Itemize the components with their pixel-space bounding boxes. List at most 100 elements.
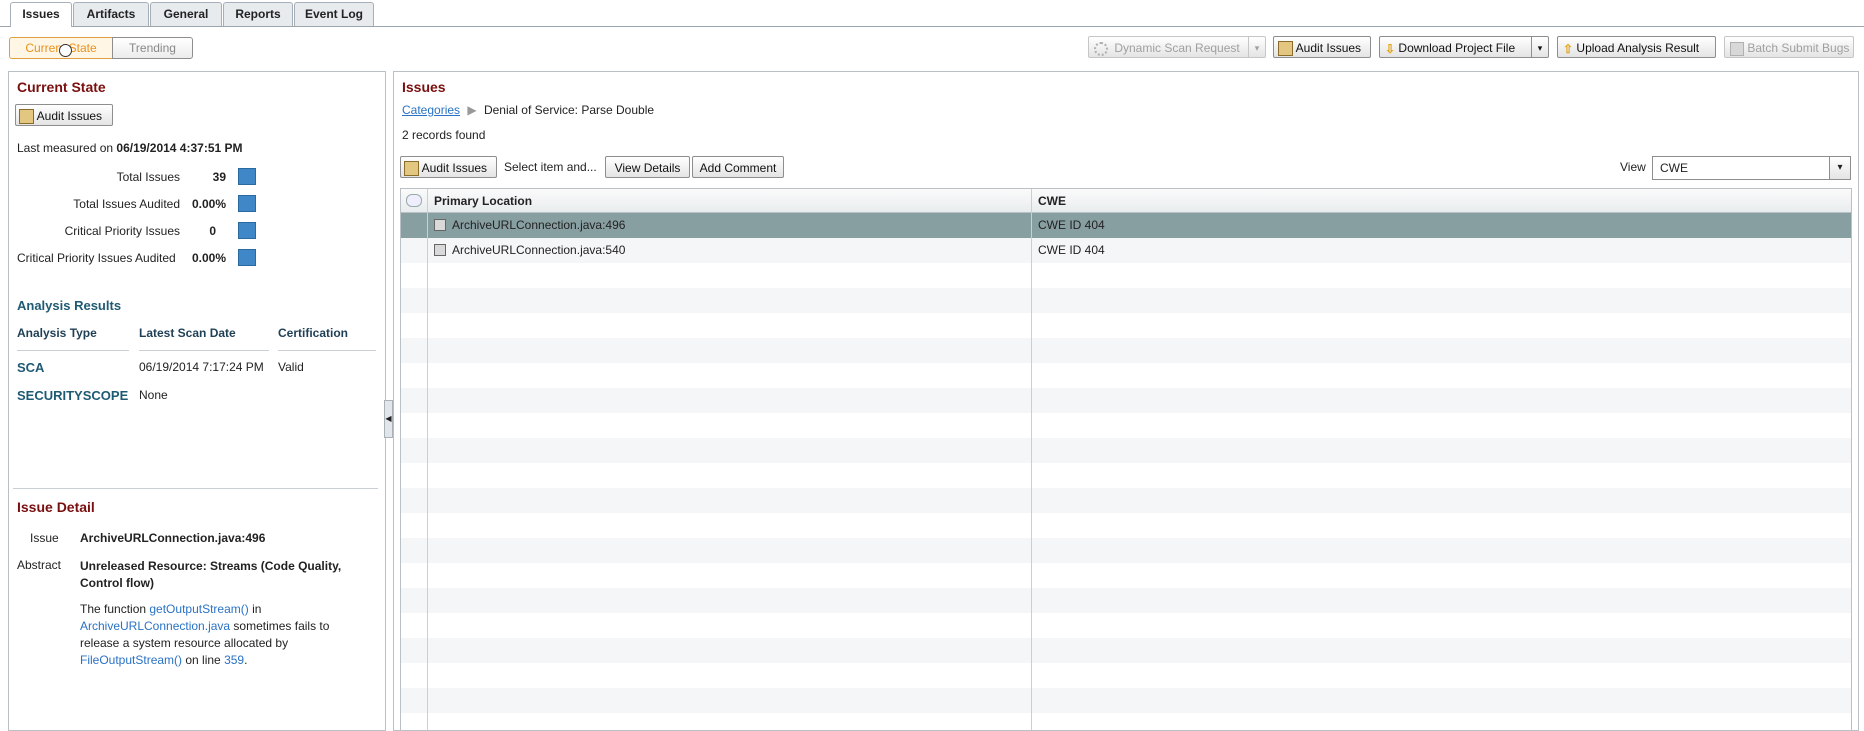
analysis-row-cert: Valid bbox=[278, 360, 304, 374]
file-icon bbox=[434, 244, 446, 256]
analysis-header-date: Latest Scan Date bbox=[139, 326, 236, 340]
left-audit-issues-label: Audit Issues bbox=[36, 109, 103, 123]
toolbar-audit-issues-label: Audit Issues bbox=[1295, 41, 1362, 55]
analysis-header-cert: Certification bbox=[278, 326, 349, 340]
breadcrumb-separator-icon: ▶ bbox=[467, 103, 477, 117]
desc-link-function[interactable]: getOutputStream() bbox=[149, 602, 248, 616]
main-tab-bar: Issues Artifacts General Reports Event L… bbox=[0, 0, 1864, 27]
tab-event-log[interactable]: Event Log bbox=[294, 2, 374, 26]
issues-grid: Primary Location CWE ArchiveURLConnectio… bbox=[400, 188, 1852, 731]
trend-chart-icon[interactable] bbox=[238, 168, 256, 185]
select-item-text: Select item and... bbox=[504, 160, 597, 174]
column-divider bbox=[1031, 189, 1032, 730]
divider bbox=[278, 350, 376, 351]
metric-critical-audited-label: Critical Priority Issues Audited bbox=[17, 251, 176, 265]
cursor-icon bbox=[59, 44, 72, 57]
issues-title: Issues bbox=[402, 79, 446, 95]
view-select-value: CWE bbox=[1660, 161, 1688, 175]
metric-critical-audited-value: 0.00% bbox=[192, 251, 227, 265]
issue-description: The function getOutputStream() in Archiv… bbox=[80, 601, 350, 669]
desc-text: . bbox=[244, 653, 248, 667]
analysis-row-type[interactable]: SECURITYSCOPE bbox=[17, 388, 128, 403]
issues-audit-label: Audit Issues bbox=[421, 161, 488, 175]
cell-cwe: CWE ID 404 bbox=[1038, 218, 1105, 232]
upload-analysis-label: Upload Analysis Result bbox=[1576, 41, 1700, 55]
flat-chart-icon[interactable] bbox=[238, 222, 256, 239]
abstract-value: Unreleased Resource: Streams (Code Quali… bbox=[80, 559, 342, 590]
batch-submit-label: Batch Submit Bugs bbox=[1747, 41, 1850, 55]
flat-chart-icon[interactable] bbox=[238, 249, 256, 266]
grid-body bbox=[401, 213, 1851, 730]
cell-primary-location: ArchiveURLConnection.java:496 bbox=[452, 218, 626, 232]
tab-issues[interactable]: Issues bbox=[10, 2, 72, 27]
cell-cwe: CWE ID 404 bbox=[1038, 243, 1105, 257]
view-details-button[interactable]: View Details bbox=[605, 156, 690, 178]
issue-value: ArchiveURLConnection.java:496 bbox=[80, 531, 266, 545]
tab-artifacts[interactable]: Artifacts bbox=[73, 2, 149, 26]
batch-submit-bugs-button: Batch Submit Bugs bbox=[1724, 36, 1854, 58]
breadcrumb-current: Denial of Service: Parse Double bbox=[483, 103, 655, 117]
desc-text: on line bbox=[182, 653, 225, 667]
collapse-panel-handle[interactable]: ◀ bbox=[384, 400, 393, 438]
divider bbox=[13, 488, 378, 489]
chevron-down-icon: ▾ bbox=[1248, 37, 1265, 57]
abstract-label: Abstract bbox=[17, 558, 62, 572]
issue-detail-title: Issue Detail bbox=[17, 499, 95, 515]
cell-primary-location: ArchiveURLConnection.java:540 bbox=[452, 243, 626, 257]
add-comment-button[interactable]: Add Comment bbox=[692, 156, 784, 178]
table-row[interactable]: ArchiveURLConnection.java:540 CWE ID 404 bbox=[401, 238, 1851, 263]
records-found: 2 records found bbox=[402, 128, 486, 142]
metric-total-audited-label: Total Issues Audited bbox=[73, 197, 180, 211]
left-audit-issues-button[interactable]: Audit Issues bbox=[15, 104, 113, 126]
upload-arrow-icon: ⇧ bbox=[1563, 41, 1574, 56]
desc-link-file[interactable]: ArchiveURLConnection.java bbox=[80, 619, 230, 633]
desc-link-line[interactable]: 359 bbox=[224, 653, 244, 667]
bug-icon bbox=[1730, 41, 1744, 56]
column-divider bbox=[427, 189, 428, 730]
download-project-file-button[interactable]: ⇩ Download Project File ▾ bbox=[1379, 36, 1549, 58]
download-project-label: Download Project File bbox=[1398, 41, 1516, 55]
desc-link-allocator[interactable]: FileOutputStream() bbox=[80, 653, 182, 667]
audit-icon bbox=[19, 109, 34, 125]
metric-total-audited-value: 0.00% bbox=[192, 197, 227, 211]
trend-chart-icon[interactable] bbox=[238, 195, 256, 212]
toolbar-audit-issues-button[interactable]: Audit Issues bbox=[1273, 36, 1371, 58]
audit-icon bbox=[404, 161, 419, 177]
view-select[interactable]: CWE ▾ bbox=[1652, 156, 1851, 180]
breadcrumb: Categories ▶ Denial of Service: Parse Do… bbox=[402, 103, 654, 117]
divider bbox=[139, 350, 269, 351]
dynamic-scan-request-button: Dynamic Scan Request ▾ bbox=[1088, 36, 1266, 58]
analysis-header-type: Analysis Type bbox=[17, 326, 97, 340]
metric-critical-value: 0 bbox=[209, 224, 216, 238]
issues-audit-button[interactable]: Audit Issues bbox=[400, 156, 497, 178]
download-arrow-icon: ⇩ bbox=[1385, 41, 1396, 56]
metric-critical-label: Critical Priority Issues bbox=[64, 224, 180, 238]
current-state-title: Current State bbox=[17, 79, 106, 95]
metric-total-issues-label: Total Issues bbox=[116, 170, 180, 184]
last-measured-value: 06/19/2014 4:37:51 PM bbox=[116, 141, 243, 155]
desc-text: in bbox=[248, 602, 262, 616]
chevron-down-icon[interactable]: ▾ bbox=[1531, 37, 1548, 57]
column-header-primary-location[interactable]: Primary Location bbox=[434, 194, 532, 208]
grid-header: Primary Location CWE bbox=[401, 189, 1851, 213]
view-label: View bbox=[1620, 160, 1646, 174]
toggle-trending[interactable]: Trending bbox=[112, 37, 193, 59]
breadcrumb-categories-link[interactable]: Categories bbox=[402, 103, 460, 117]
tab-reports[interactable]: Reports bbox=[223, 2, 293, 26]
desc-text: The function bbox=[80, 602, 150, 616]
audit-icon bbox=[1278, 41, 1293, 57]
table-row[interactable]: ArchiveURLConnection.java:496 CWE ID 404 bbox=[401, 213, 1851, 238]
gear-icon bbox=[1094, 41, 1108, 56]
analysis-row-date: None bbox=[139, 388, 168, 402]
chevron-down-icon: ▾ bbox=[1829, 157, 1850, 179]
comment-icon bbox=[406, 194, 422, 207]
tab-general[interactable]: General bbox=[150, 2, 222, 26]
upload-analysis-result-button[interactable]: ⇧ Upload Analysis Result bbox=[1557, 36, 1716, 58]
issue-label: Issue bbox=[30, 531, 59, 545]
last-measured-prefix: Last measured on bbox=[17, 141, 114, 155]
analysis-results-title: Analysis Results bbox=[17, 298, 122, 313]
analysis-row-type[interactable]: SCA bbox=[17, 360, 44, 375]
analysis-row-date: 06/19/2014 7:17:24 PM bbox=[139, 360, 264, 374]
column-header-cwe[interactable]: CWE bbox=[1038, 194, 1066, 208]
last-measured: Last measured on 06/19/2014 4:37:51 PM bbox=[17, 141, 243, 155]
